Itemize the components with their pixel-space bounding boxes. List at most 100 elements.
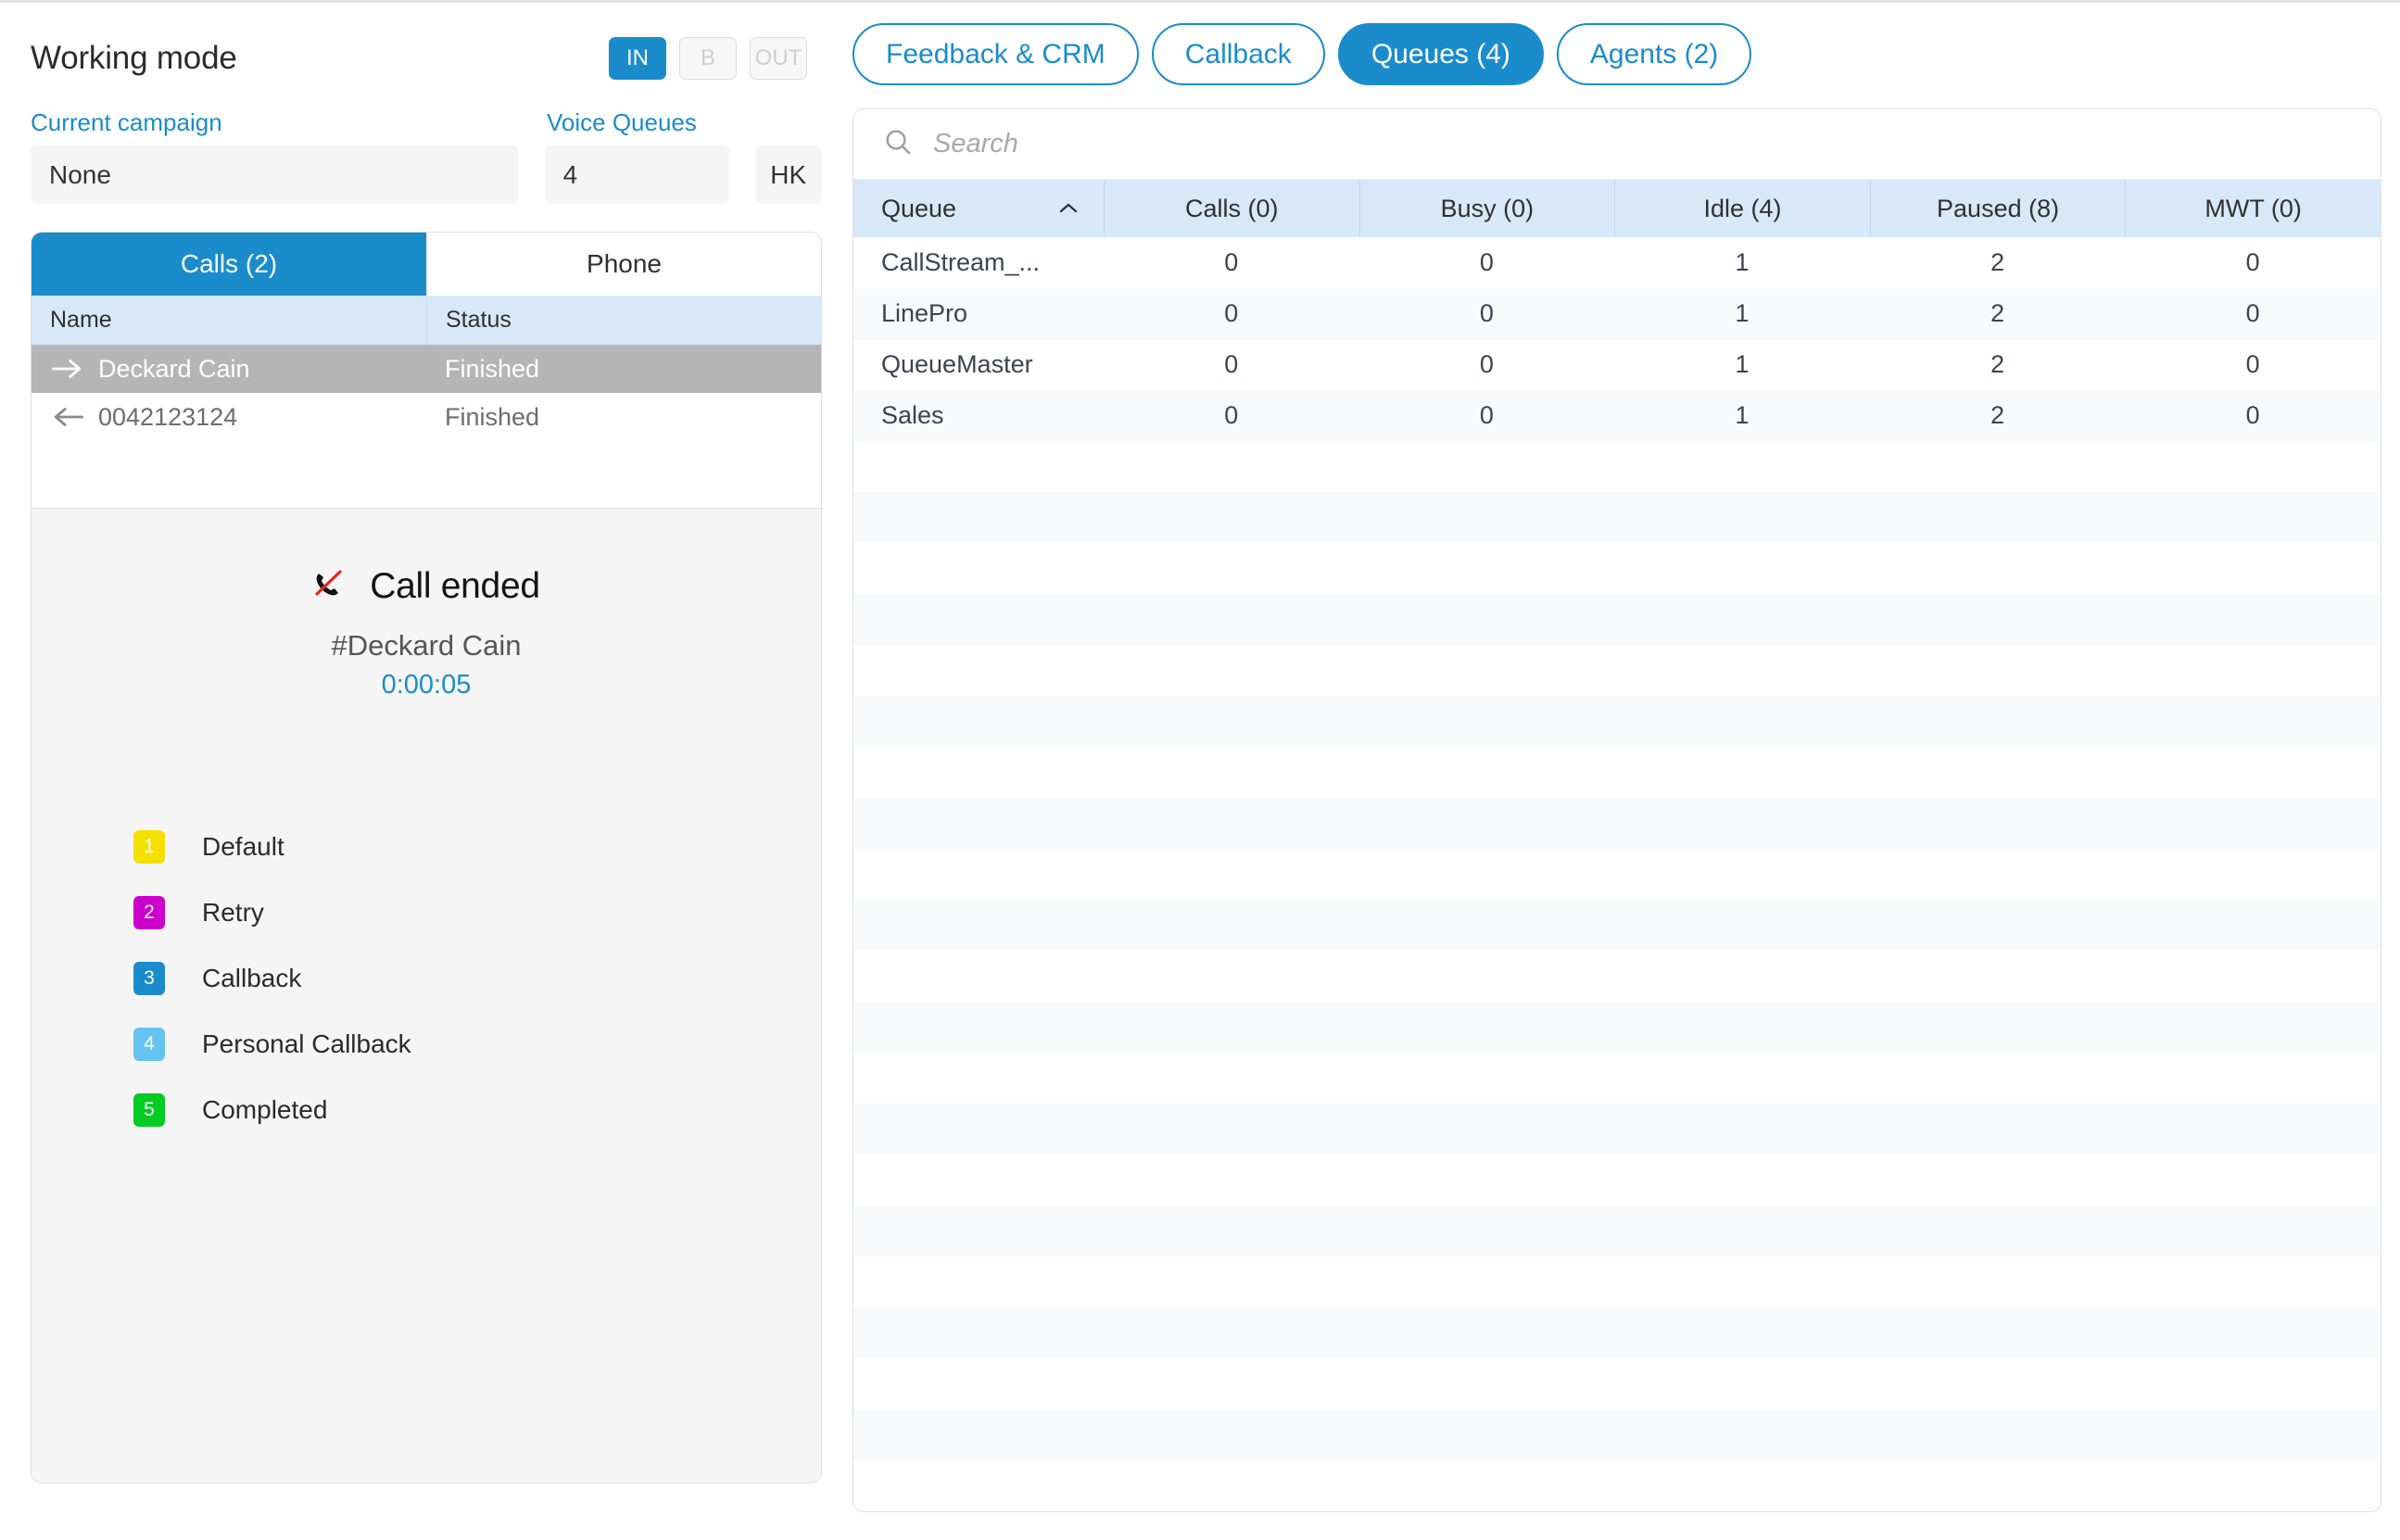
list-item[interactable]: 2 Retry [133,879,821,945]
cell-queue-name: QueueMaster [881,350,1033,379]
call-ended-subject: #Deckard Cain [331,629,522,662]
working-mode-out-button[interactable]: OUT [750,37,807,80]
table-row[interactable]: QueueMaster 0 0 1 2 0 [853,339,2381,391]
cell-calls-count: 0 [1224,350,1239,379]
table-row-empty [853,900,2381,952]
cell-paused-count: 2 [1990,350,2005,379]
search-icon [883,127,913,161]
search-bar[interactable]: Search [853,109,2381,181]
calls-card: Calls (2) Phone Name Status Deckard Cain… [31,232,822,1483]
tab-calls[interactable]: Calls (2) [32,233,426,296]
calls-column-name[interactable]: Name [32,296,426,345]
table-row-empty [853,1460,2381,1511]
table-row[interactable]: Deckard Cain Finished [32,345,821,393]
call-ended-title: Call ended [370,566,540,606]
search-input[interactable]: Search [933,129,1018,159]
tab-callback[interactable]: Callback [1151,23,1325,86]
table-row-empty [853,645,2381,697]
legend-chip-2: 2 [133,895,165,929]
table-row-empty [853,1409,2381,1461]
table-row-empty [853,1256,2381,1308]
table-row[interactable]: 0042123124 Finished [32,393,821,441]
cell-calls-count: 0 [1224,299,1239,328]
cell-idle-count: 1 [1735,350,1749,379]
table-row-empty [853,594,2381,646]
tab-feedback-crm[interactable]: Feedback & CRM [853,23,1139,86]
cell-queue-name: Sales [881,401,944,430]
call-name-label: Deckard Cain [98,354,250,383]
table-row-empty [853,1358,2381,1410]
table-row-empty [853,951,2381,1003]
list-item[interactable]: 3 Callback [133,945,821,1011]
queues-table-body: CallStream_... 0 0 1 2 0 LinePro 0 0 1 2 0 QueueMast… [853,237,2381,1511]
cell-paused-count: 2 [1990,401,2005,430]
calls-card-tabs: Calls (2) Phone [32,233,821,296]
right-panel-tabs: Feedback & CRM Callback Queues (4) Agent… [853,23,2381,86]
list-item[interactable]: 1 Default [133,814,821,879]
table-row-empty [853,747,2381,799]
cell-mwt-value: 0 [2245,350,2260,379]
working-mode-row: Working mode IN B OUT [31,29,822,88]
legend-chip-5: 5 [133,1092,165,1127]
call-name-cell: Deckard Cain [32,355,426,384]
call-ended-row: Call ended [32,566,821,607]
list-item[interactable]: 5 Completed [133,1077,821,1142]
cell-queue-name: LinePro [881,299,968,328]
table-row-empty [853,1104,2381,1155]
column-header-queue-label: Queue [881,194,957,222]
cell-calls-count: 0 [1224,401,1239,430]
legend-label-completed: Completed [202,1094,328,1124]
hk-field[interactable]: HK [754,145,822,204]
left-panel: Working mode IN B OUT Current campaign V… [0,3,853,1540]
queues-card: Search Queue Calls (0) Busy (0) Idle (4)… [853,108,2381,1512]
working-mode-in-button[interactable]: IN [609,37,666,80]
column-header-queue[interactable]: Queue [853,180,1104,237]
tab-queues[interactable]: Queues (4) [1337,23,1544,86]
call-name-label: 0042123124 [98,402,238,431]
app-root: Working mode IN B OUT Current campaign V… [0,3,2400,1540]
table-row[interactable]: Sales 0 0 1 2 0 [853,390,2381,442]
column-header-busy[interactable]: Busy (0) [1358,180,1615,238]
legend-chip-4: 4 [133,1027,165,1061]
tab-phone[interactable]: Phone [426,233,821,296]
calls-column-status[interactable]: Status [426,296,821,345]
chevron-up-icon [1057,202,1080,215]
cell-busy-count: 0 [1479,350,1494,379]
table-row[interactable]: CallStream_... 0 0 1 2 0 [853,237,2381,289]
table-row-empty [853,1205,2381,1257]
list-item[interactable]: 4 Personal Callback [133,1011,821,1077]
current-campaign-field[interactable]: None [31,145,519,204]
call-status-cell: Finished [445,354,540,383]
column-header-paused[interactable]: Paused (8) [1869,180,2126,238]
tab-agents[interactable]: Agents (2) [1556,23,1752,86]
table-row-empty [853,1053,2381,1105]
calls-table-header: Name Status [32,296,821,345]
cell-mwt-value: 0 [2245,401,2260,430]
queues-table-header: Queue Calls (0) Busy (0) Idle (4) Paused… [853,180,2381,238]
cell-busy-count: 0 [1479,299,1494,328]
table-row-empty [853,441,2381,493]
working-mode-b-button[interactable]: B [679,37,737,80]
cell-paused-count: 2 [1990,299,2005,328]
cell-busy-count: 0 [1479,401,1494,430]
cell-paused-count: 2 [1990,248,2005,277]
column-header-calls[interactable]: Calls (0) [1104,180,1359,238]
voice-queues-field[interactable]: 4 [544,145,729,204]
cell-mwt-value: 0 [2245,299,2260,328]
table-row-empty [853,1002,2381,1054]
call-ended-icon [312,568,349,606]
disposition-legend: 1 Default 2 Retry 3 Callback 4 Personal … [32,814,821,1142]
legend-label-retry: Retry [202,897,264,927]
voice-queues-label: Voice Queues [547,108,697,136]
table-row-empty [853,492,2381,544]
legend-chip-1: 1 [133,829,165,864]
table-row[interactable]: LinePro 0 0 1 2 0 [853,288,2381,340]
column-header-mwt[interactable]: MWT (0) [2125,180,2381,238]
column-header-idle[interactable]: Idle (4) [1614,180,1870,238]
working-mode-toggle-group: IN B OUT [609,37,822,80]
call-name-cell: 0042123124 [32,403,426,432]
call-timer: 0:00:05 [381,670,472,700]
table-row-empty [853,1307,2381,1359]
table-row-empty [853,798,2381,850]
legend-chip-3: 3 [133,961,165,995]
